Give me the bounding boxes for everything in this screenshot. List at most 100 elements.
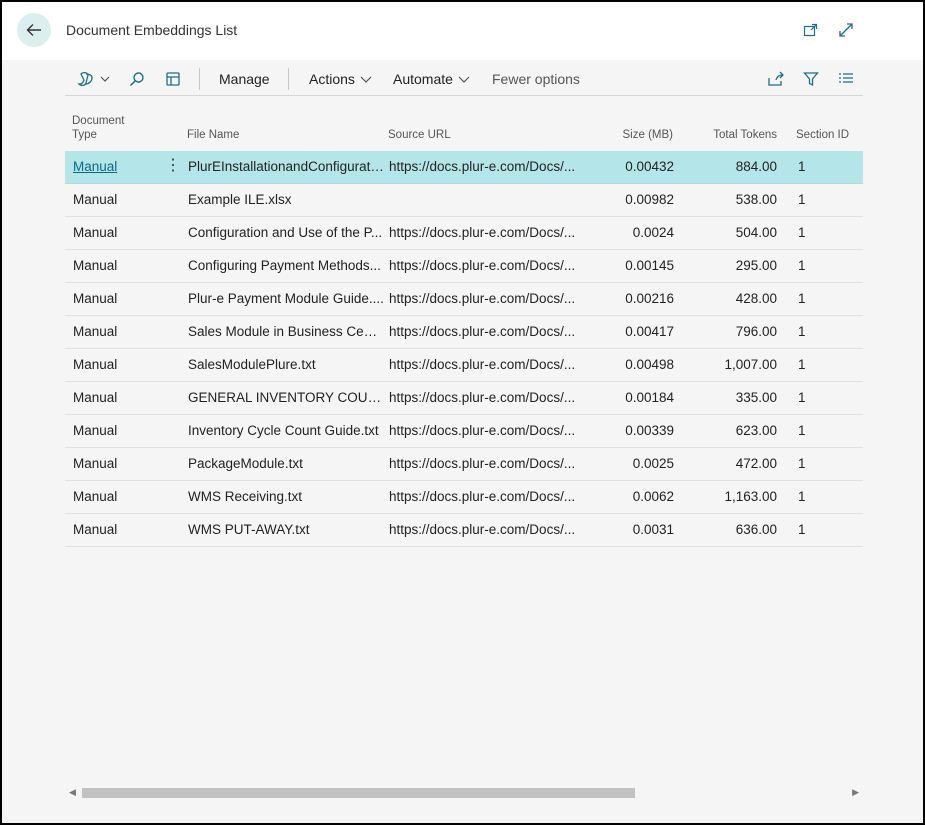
table-row[interactable]: Manual ⋮ PlurEInstallationandConfigurati..… (65, 151, 863, 184)
cell-section-id: 1 (798, 423, 806, 438)
cell-section-id: 1 (798, 489, 806, 504)
cell-total-tokens: 428.00 (735, 291, 777, 306)
cell-source-url: https://docs.plur-e.com/Docs/... (389, 522, 576, 537)
table-row[interactable]: Manual GENERAL INVENTORY COUNT ... https:/… (65, 382, 863, 415)
cell-file-name: PlurEInstallationandConfigurati... (188, 159, 384, 174)
cell-source-url: https://docs.plur-e.com/Docs/... (389, 489, 576, 504)
scroll-right-icon[interactable]: ▶ (852, 787, 859, 798)
cell-document-type: Manual (73, 456, 118, 471)
open-new-window-button[interactable] (802, 21, 820, 39)
cell-total-tokens: 295.00 (735, 258, 777, 273)
copilot-icon (77, 71, 93, 86)
cell-size: 0.00216 (625, 291, 674, 306)
cell-size: 0.00432 (625, 159, 674, 174)
cell-section-id: 1 (798, 324, 806, 339)
cell-source-url: https://docs.plur-e.com/Docs/... (389, 357, 576, 372)
arrow-left-icon (26, 24, 41, 36)
cell-section-id: 1 (798, 357, 806, 372)
page-title: Document Embeddings List (66, 22, 238, 38)
cell-document-type: Manual (73, 357, 118, 372)
table-row[interactable]: Manual PackageModule.txt https://docs.plur… (65, 448, 863, 481)
search-button[interactable] (129, 62, 145, 95)
horizontal-scrollbar[interactable]: ◀ ▶ (65, 785, 863, 801)
expand-button[interactable] (837, 21, 855, 39)
page-header: Document Embeddings List (2, 2, 923, 60)
scrollbar-track[interactable] (81, 788, 847, 798)
cell-size: 0.0025 (632, 456, 674, 471)
share-icon (768, 71, 784, 86)
actions-menu[interactable]: Actions (309, 62, 372, 95)
window-frame: Document Embeddings List Manage Actions … (0, 0, 925, 825)
cell-document-type: Manual (73, 258, 118, 273)
table-row[interactable]: Manual SalesModulePlure.txt https://docs.p… (65, 349, 863, 382)
chevron-down-icon (360, 76, 372, 83)
edit-list-button[interactable] (165, 62, 181, 95)
table-row[interactable]: Manual Plur-e Payment Module Guide.... htt… (65, 283, 863, 316)
cell-section-id: 1 (798, 522, 806, 537)
cell-size: 0.00145 (625, 258, 674, 273)
cell-document-type: Manual (73, 522, 118, 537)
cell-section-id: 1 (798, 291, 806, 306)
edit-list-icon (166, 71, 180, 86)
cell-total-tokens: 796.00 (735, 324, 777, 339)
cell-document-type: Manual (73, 390, 118, 405)
cell-file-name: WMS PUT-AWAY.txt (188, 522, 310, 537)
cell-total-tokens: 623.00 (735, 423, 777, 438)
embeddings-table: Document Type File Name Source URL Size … (65, 110, 863, 547)
column-header-size[interactable]: Size (MB) (623, 128, 673, 142)
table-header: Document Type File Name Source URL Size … (65, 110, 863, 151)
copilot-menu-button[interactable] (77, 62, 110, 95)
share-button[interactable] (767, 62, 785, 95)
scrollbar-thumb[interactable] (82, 788, 635, 798)
actions-label: Actions (309, 70, 355, 87)
table-row[interactable]: Manual Inventory Cycle Count Guide.txt htt… (65, 415, 863, 448)
cell-document-type: Manual (73, 192, 118, 207)
cell-size: 0.00417 (625, 324, 674, 339)
cell-document-type: Manual (73, 291, 118, 306)
cell-size: 0.00339 (625, 423, 674, 438)
cell-total-tokens: 1,163.00 (724, 489, 777, 504)
chevron-down-icon (100, 76, 110, 82)
column-header-file-name[interactable]: File Name (187, 128, 239, 142)
back-button[interactable] (17, 13, 51, 47)
manage-menu[interactable]: Manage (219, 62, 270, 95)
column-header-total-tokens[interactable]: Total Tokens (713, 128, 777, 142)
cell-total-tokens: 1,007.00 (724, 357, 777, 372)
cell-document-type: Manual (73, 423, 118, 438)
column-header-section-id[interactable]: Section ID (796, 128, 849, 142)
fewer-options-button[interactable]: Fewer options (492, 62, 580, 95)
cell-document-type: Manual (73, 225, 118, 240)
table-row[interactable]: Manual Configuration and Use of the P... h… (65, 217, 863, 250)
cell-section-id: 1 (798, 159, 806, 174)
cell-size: 0.00184 (625, 390, 674, 405)
list-view-icon (839, 72, 853, 83)
table-row[interactable]: Manual Example ILE.xlsx 0.00982 538.00 1 (65, 184, 863, 217)
automate-menu[interactable]: Automate (393, 62, 470, 95)
scroll-left-icon[interactable]: ◀ (69, 787, 76, 798)
cell-file-name: Configuring Payment Methods... (188, 258, 381, 273)
cell-total-tokens: 636.00 (735, 522, 777, 537)
cell-size: 0.0024 (632, 225, 674, 240)
cell-file-name: WMS Receiving.txt (188, 489, 303, 504)
list-view-button[interactable] (838, 62, 854, 95)
more-vertical-icon[interactable]: ⋮ (165, 151, 181, 183)
column-header-document-type[interactable]: Document Type (72, 114, 124, 142)
column-header-source-url[interactable]: Source URL (388, 128, 451, 142)
cell-document-type[interactable]: Manual (73, 151, 163, 183)
table-row[interactable]: Manual Sales Module in Business Centr... h… (65, 316, 863, 349)
cell-source-url: https://docs.plur-e.com/Docs/... (389, 291, 576, 306)
cell-section-id: 1 (798, 258, 806, 273)
table-row[interactable]: Manual WMS PUT-AWAY.txt https://docs.plur-… (65, 514, 863, 547)
cell-file-name: PackageModule.txt (188, 456, 303, 471)
cell-section-id: 1 (798, 390, 806, 405)
cell-file-name: SalesModulePlure.txt (188, 357, 316, 372)
cell-source-url: https://docs.plur-e.com/Docs/... (389, 324, 576, 339)
cell-source-url (389, 184, 579, 216)
cell-total-tokens: 504.00 (735, 225, 777, 240)
table-row[interactable]: Manual WMS Receiving.txt https://docs.plur… (65, 481, 863, 514)
filter-button[interactable] (803, 62, 819, 95)
table-row[interactable]: Manual Configuring Payment Methods... http… (65, 250, 863, 283)
fewer-options-label: Fewer options (492, 70, 580, 87)
cell-section-id: 1 (798, 456, 806, 471)
action-toolbar: Manage Actions Automate Fewer options (65, 62, 863, 96)
